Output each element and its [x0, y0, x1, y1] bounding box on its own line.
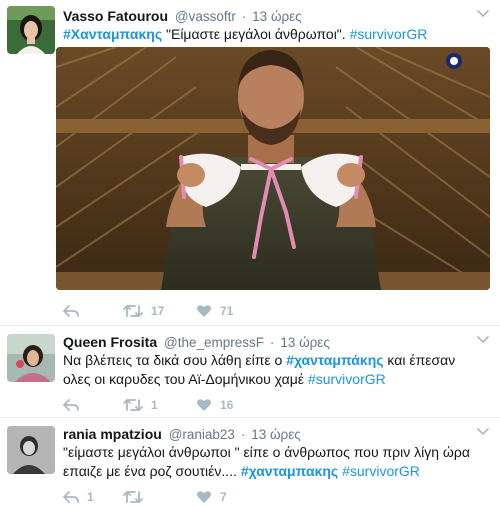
- hashtag-link[interactable]: #survivorGR: [342, 463, 420, 479]
- heart-icon: [197, 491, 211, 503]
- reply-icon: [63, 491, 79, 503]
- reply-button[interactable]: 1: [63, 488, 94, 506]
- tweet-header: Queen Frosita @the_empressF · 13 ώρες: [63, 333, 330, 352]
- timestamp[interactable]: 13 ώρες: [280, 335, 330, 350]
- tweet-text: Να βλέπεις τα δικά σου λάθη είπε ο #χαντ…: [63, 351, 482, 389]
- tweet-header: rania mpatziou @raniab23 · 13 ώρες: [63, 425, 301, 444]
- reply-icon: [63, 305, 79, 317]
- like-count: 16: [220, 398, 234, 412]
- separator-dot: ·: [241, 9, 247, 24]
- retweet-icon: [123, 399, 143, 411]
- separator-dot: ·: [269, 335, 275, 350]
- avatar-image: [7, 426, 55, 474]
- hashtag-link[interactable]: #χανταμπακης: [241, 463, 338, 479]
- reply-button[interactable]: [63, 396, 79, 414]
- tweet-media-video[interactable]: [56, 47, 490, 290]
- avatar-image: [7, 6, 55, 54]
- chevron-down-icon[interactable]: [476, 6, 490, 20]
- retweet-button[interactable]: 1: [123, 396, 158, 414]
- display-name[interactable]: rania mpatziou: [63, 426, 162, 442]
- video-still-image: [56, 47, 490, 290]
- tweet[interactable]: Vasso Fatourou @vassoftr · 13 ώρες #Χαντ…: [0, 0, 500, 326]
- hashtag-link[interactable]: #Χανταμπακης: [63, 26, 162, 42]
- timestamp[interactable]: 13 ώρες: [251, 427, 301, 442]
- heart-icon: [197, 305, 211, 317]
- timestamp[interactable]: 13 ώρες: [252, 9, 302, 24]
- heart-icon: [197, 399, 211, 411]
- avatar[interactable]: [7, 334, 55, 382]
- avatar[interactable]: [7, 426, 55, 474]
- like-button[interactable]: 71: [196, 302, 233, 320]
- hashtag-link[interactable]: #survivorGR: [350, 26, 428, 42]
- retweet-count: 17: [151, 304, 165, 318]
- retweet-icon: [123, 491, 143, 503]
- chevron-down-icon[interactable]: [476, 332, 490, 346]
- tweet-text: "είμαστε μεγάλοι άνθρωποι " είπε ο άνθρω…: [63, 443, 482, 481]
- user-handle[interactable]: @raniab23: [169, 427, 235, 442]
- display-name[interactable]: Vasso Fatourou: [63, 8, 168, 24]
- tweet-text-segment: "Είμαστε μεγάλοι άνθρωποι".: [162, 26, 350, 42]
- like-count: 7: [220, 490, 227, 504]
- like-count: 71: [220, 304, 234, 318]
- reply-count: 1: [87, 490, 94, 504]
- retweet-count: 1: [151, 398, 158, 412]
- retweet-button[interactable]: [123, 488, 143, 506]
- retweet-button[interactable]: 17: [123, 302, 164, 320]
- reply-button[interactable]: [63, 302, 79, 320]
- tweet-text-segment: Να βλέπεις τα δικά σου λάθη είπε ο: [63, 352, 287, 368]
- avatar[interactable]: [7, 6, 55, 54]
- tweet[interactable]: rania mpatziou @raniab23 · 13 ώρες "είμα…: [0, 418, 500, 506]
- retweet-icon: [123, 305, 143, 317]
- avatar-image: [7, 334, 55, 382]
- user-handle[interactable]: @the_empressF: [164, 335, 264, 350]
- separator-dot: ·: [240, 427, 246, 442]
- tweet-text: #Χανταμπακης "Είμαστε μεγάλοι άνθρωποι".…: [63, 25, 482, 44]
- display-name[interactable]: Queen Frosita: [63, 334, 157, 350]
- hashtag-link[interactable]: #χανταμπάκης: [286, 352, 383, 368]
- tweet-header: Vasso Fatourou @vassoftr · 13 ώρες: [63, 7, 302, 26]
- like-button[interactable]: 7: [196, 488, 227, 506]
- hashtag-link[interactable]: #survivorGR: [308, 371, 386, 387]
- chevron-down-icon[interactable]: [476, 424, 490, 438]
- reply-icon: [63, 399, 79, 411]
- tweet[interactable]: Queen Frosita @the_empressF · 13 ώρες Να…: [0, 326, 500, 418]
- user-handle[interactable]: @vassoftr: [175, 9, 236, 24]
- like-button[interactable]: 16: [196, 396, 233, 414]
